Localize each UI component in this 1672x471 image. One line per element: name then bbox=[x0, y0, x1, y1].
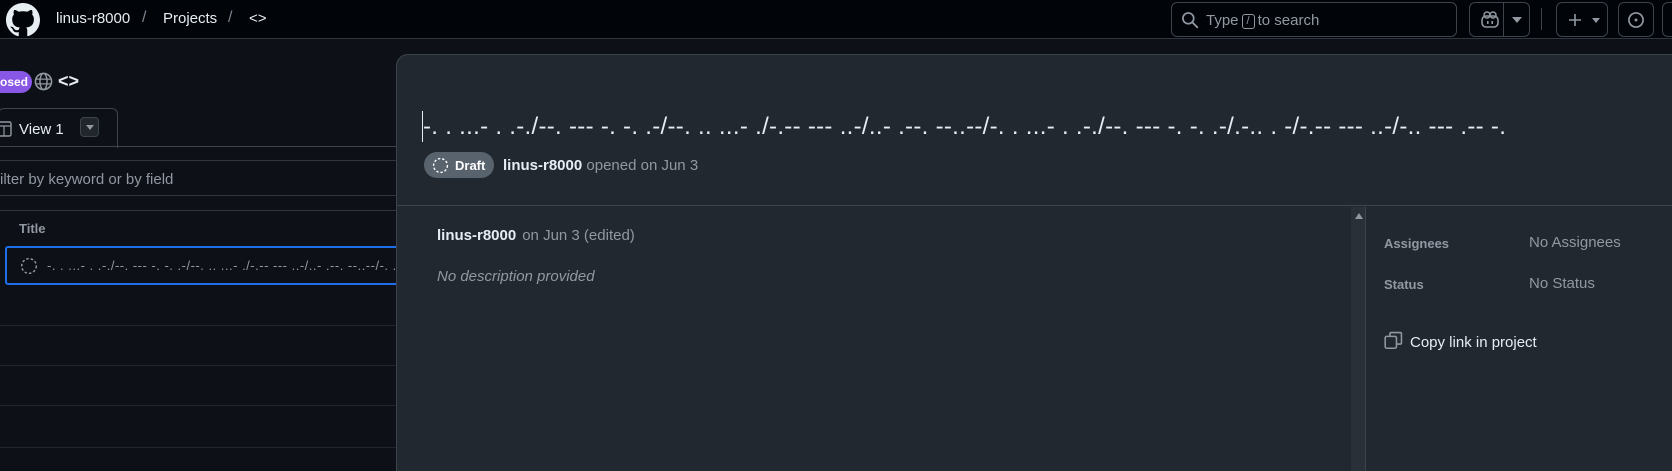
draft-issue-icon bbox=[432, 157, 449, 174]
scrollbar[interactable] bbox=[1351, 207, 1365, 471]
search-suffix: to search bbox=[1257, 12, 1320, 29]
issues-button[interactable] bbox=[1618, 2, 1654, 37]
row-title[interactable]: -. . ...- . .-./--. --- -. -. .-/--. .. … bbox=[47, 258, 403, 273]
field-label-assignees: Assignees bbox=[1384, 236, 1450, 251]
sidebar-divider bbox=[1365, 207, 1366, 471]
chevron-down-icon[interactable] bbox=[1512, 17, 1522, 23]
item-title-input[interactable]: -. . ...- . .-./--. --- -. -. .-/--. .. … bbox=[423, 113, 1672, 141]
plus-icon bbox=[1569, 14, 1581, 26]
table-header: Title bbox=[0, 210, 400, 246]
search-prefix: Type bbox=[1206, 12, 1239, 29]
breadcrumb-project[interactable]: <> bbox=[249, 10, 267, 27]
pull-requests-button[interactable] bbox=[1662, 2, 1672, 37]
column-header-title[interactable]: Title bbox=[19, 221, 46, 236]
draft-badge: Draft bbox=[424, 152, 494, 178]
copy-icon bbox=[1384, 331, 1403, 349]
item-meta: linus-r8000 opened on Jun 3 bbox=[503, 157, 698, 174]
row-divider bbox=[0, 447, 400, 448]
search-input[interactable]: Type / to search bbox=[1171, 2, 1457, 37]
globe-icon bbox=[34, 72, 53, 91]
draft-issue-icon bbox=[20, 257, 38, 275]
comment-author-link[interactable]: linus-r8000 bbox=[437, 227, 516, 244]
tab-label: View 1 bbox=[19, 121, 64, 138]
item-side-panel: -. . ...- . .-./--. --- -. -. .-/--. .. … bbox=[396, 54, 1672, 471]
scroll-up-arrow-icon[interactable] bbox=[1355, 213, 1363, 219]
field-label-status: Status bbox=[1384, 277, 1424, 292]
search-placeholder: Type / to search bbox=[1206, 12, 1319, 29]
breadcrumb-separator: / bbox=[142, 9, 147, 26]
search-shortcut-key: / bbox=[1241, 14, 1255, 29]
comment-header: linus-r8000 on Jun 3 (edited) bbox=[437, 227, 635, 244]
top-header: linus-r8000 / Projects / <> Type / to sear… bbox=[0, 0, 1672, 39]
row-divider bbox=[0, 365, 400, 366]
row-divider bbox=[0, 405, 400, 406]
panel-divider bbox=[397, 205, 1672, 206]
copilot-button[interactable] bbox=[1469, 2, 1530, 37]
triangle-down-icon bbox=[86, 125, 94, 130]
github-logo-icon[interactable] bbox=[6, 3, 40, 37]
breadcrumb-projects[interactable]: Projects bbox=[163, 10, 217, 27]
opened-text: opened on Jun 3 bbox=[586, 157, 699, 174]
author-link[interactable]: linus-r8000 bbox=[503, 157, 582, 174]
comment-meta[interactable]: on Jun 3 (edited) bbox=[522, 227, 635, 244]
chevron-down-icon bbox=[1592, 18, 1600, 23]
copilot-icon bbox=[1481, 11, 1499, 28]
create-new-button[interactable] bbox=[1556, 2, 1608, 37]
issue-icon bbox=[1628, 12, 1644, 28]
field-value-status[interactable]: No Status bbox=[1529, 275, 1595, 292]
project-status-text: osed bbox=[0, 75, 29, 89]
draft-badge-label: Draft bbox=[455, 158, 486, 173]
search-icon bbox=[1182, 12, 1199, 29]
table-icon bbox=[0, 121, 12, 137]
view-options-button[interactable] bbox=[80, 117, 99, 137]
tab-view-1[interactable]: View 1 bbox=[0, 108, 118, 148]
table-row[interactable]: -. . ...- . .-./--. --- -. -. .-/--. .. … bbox=[5, 246, 405, 285]
breadcrumb-owner[interactable]: linus-r8000 bbox=[56, 10, 130, 27]
copy-link-label: Copy link in project bbox=[1410, 334, 1537, 351]
header-divider bbox=[1541, 8, 1542, 30]
project-title: <> bbox=[58, 71, 80, 91]
filter-placeholder: ilter by keyword or by field bbox=[0, 171, 174, 188]
tab-underline bbox=[0, 146, 400, 147]
field-value-assignees[interactable]: No Assignees bbox=[1529, 234, 1621, 251]
row-divider bbox=[0, 325, 400, 326]
comment-body: No description provided bbox=[437, 268, 595, 285]
project-status-badge: osed bbox=[0, 71, 32, 93]
breadcrumb-separator: / bbox=[228, 9, 233, 26]
filter-input[interactable]: ilter by keyword or by field bbox=[0, 160, 400, 196]
